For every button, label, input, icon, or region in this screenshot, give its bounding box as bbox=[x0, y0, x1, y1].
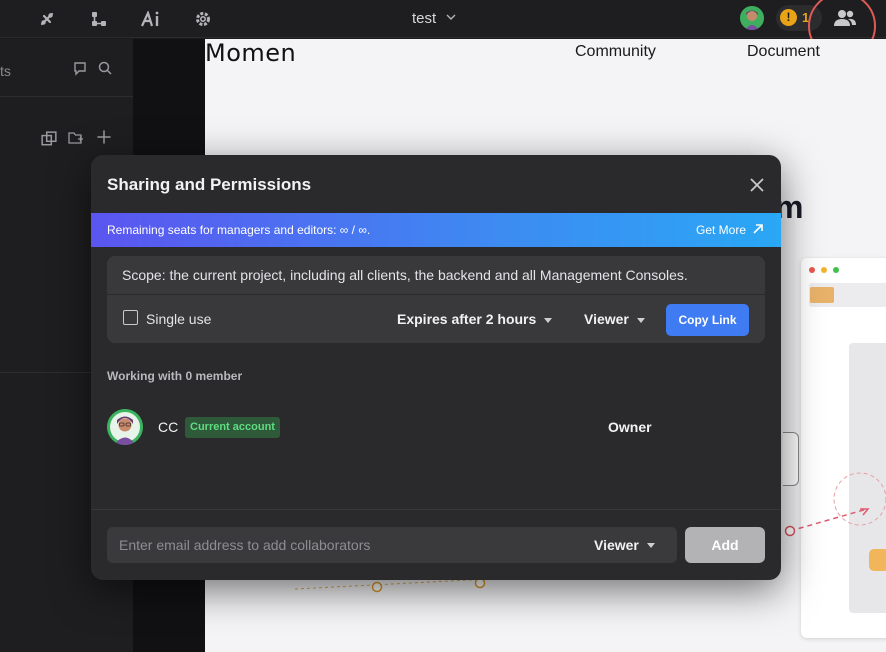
notification-count[interactable]: 1 bbox=[802, 10, 809, 25]
get-more-link[interactable]: Get More bbox=[696, 223, 746, 237]
external-arrow-icon[interactable] bbox=[751, 222, 765, 236]
plugin-icon[interactable] bbox=[36, 8, 58, 30]
dialog-title: Sharing and Permissions bbox=[107, 175, 312, 194]
chevron-down-icon[interactable] bbox=[647, 543, 655, 548]
chevron-down-icon[interactable] bbox=[544, 318, 552, 323]
email-input[interactable] bbox=[107, 527, 677, 563]
project-title[interactable]: test bbox=[412, 10, 436, 27]
warning-icon[interactable]: ! bbox=[780, 9, 797, 26]
seats-text: Remaining seats for managers and editors… bbox=[107, 223, 371, 237]
chevron-down-icon[interactable] bbox=[637, 318, 645, 323]
chevron-down-icon[interactable] bbox=[446, 13, 456, 21]
copy-link-button[interactable]: Copy Link bbox=[666, 304, 749, 336]
top-bar: test ! 1 bbox=[0, 0, 886, 60]
single-use-label[interactable]: Single use bbox=[146, 311, 211, 327]
sharing-dialog: Sharing and Permissions Remaining seats … bbox=[91, 155, 781, 580]
divider bbox=[91, 509, 781, 510]
user-avatar[interactable] bbox=[740, 6, 764, 30]
close-icon[interactable] bbox=[747, 175, 767, 195]
avatar bbox=[107, 409, 143, 445]
settings-icon[interactable] bbox=[192, 8, 214, 30]
single-use-checkbox[interactable] bbox=[123, 310, 138, 325]
share-link-panel: Scope: the current project, including al… bbox=[107, 256, 765, 343]
link-role-select[interactable]: Viewer bbox=[584, 311, 629, 327]
seats-banner: Remaining seats for managers and editors… bbox=[91, 213, 781, 247]
member-name: CC bbox=[158, 419, 179, 435]
users-icon[interactable] bbox=[830, 5, 860, 31]
ai-icon[interactable] bbox=[140, 8, 162, 30]
invite-role-select[interactable]: Viewer bbox=[594, 537, 639, 553]
scope-description: Scope: the current project, including al… bbox=[122, 267, 688, 283]
branch-icon[interactable] bbox=[88, 8, 110, 30]
member-role: Owner bbox=[608, 419, 652, 435]
member-count-heading: Working with 0 member bbox=[107, 369, 243, 383]
current-account-badge: Current account bbox=[185, 417, 280, 438]
add-button[interactable]: Add bbox=[685, 527, 765, 563]
divider bbox=[107, 294, 765, 295]
expiry-select[interactable]: Expires after 2 hours bbox=[397, 311, 536, 327]
